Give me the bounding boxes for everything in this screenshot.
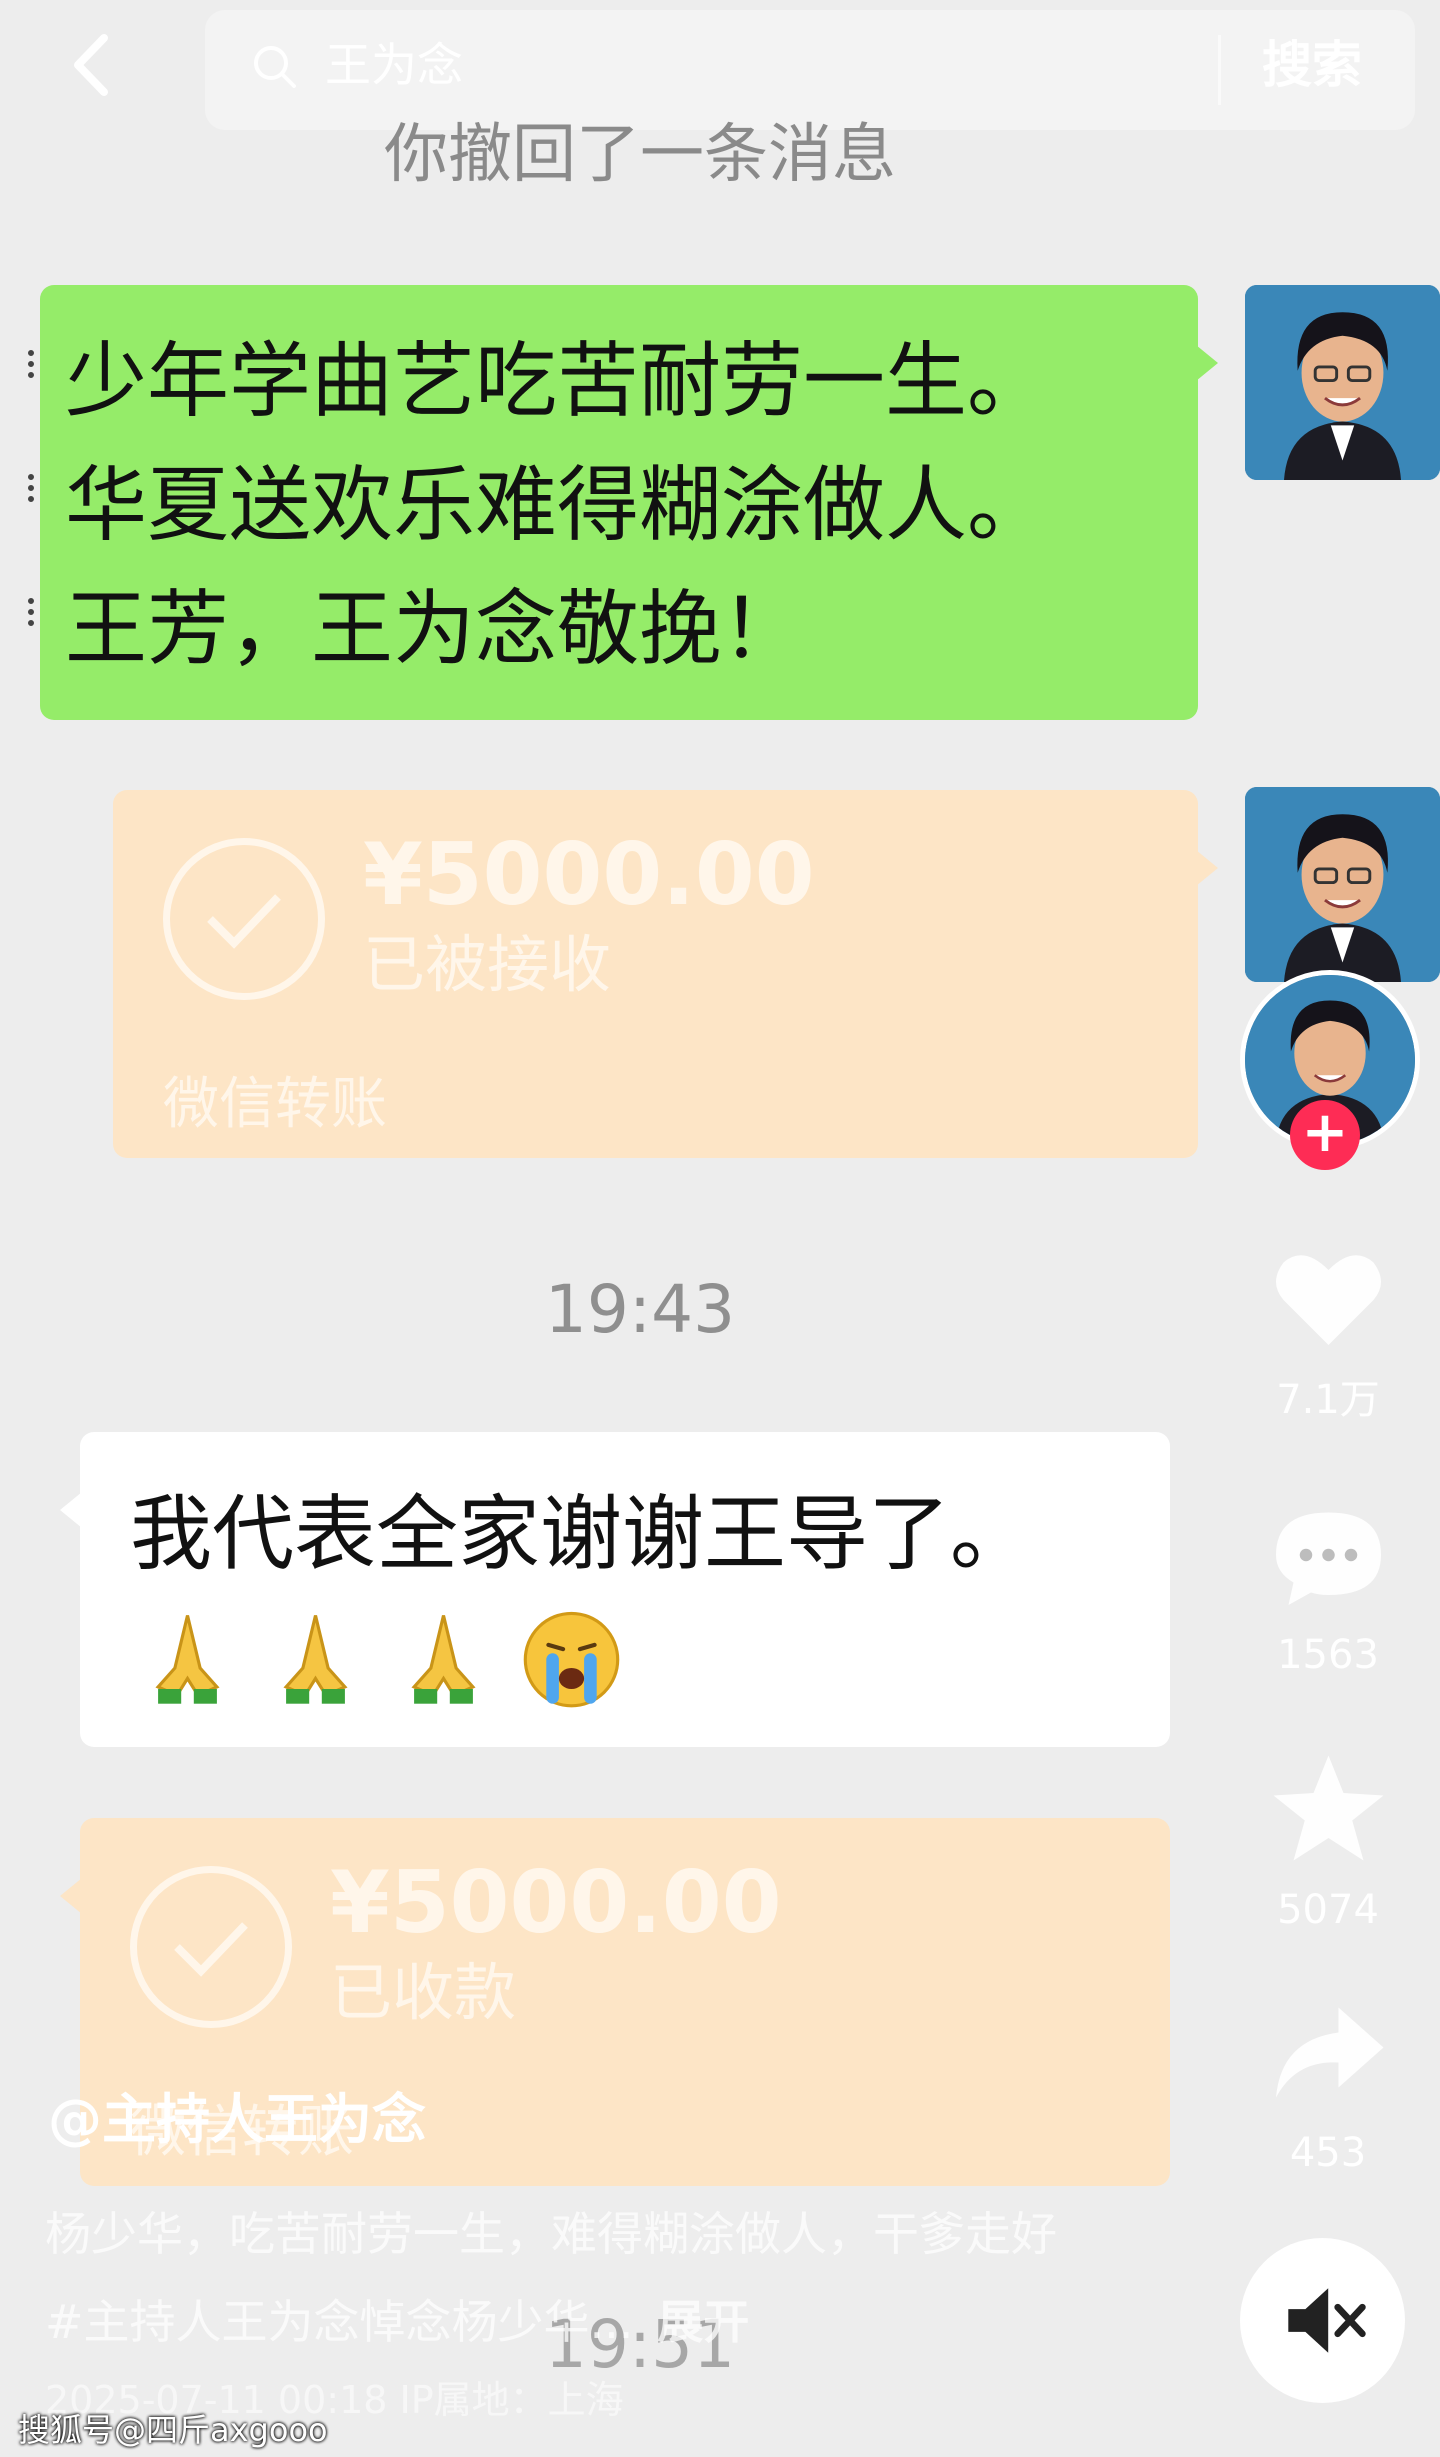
speaker-muted-icon — [1288, 2288, 1366, 2353]
bubble-tail — [1196, 345, 1218, 381]
avatar[interactable] — [1245, 285, 1440, 480]
folded-hands-icon — [263, 1605, 368, 1714]
avatar[interactable] — [1245, 787, 1440, 982]
transfer-card[interactable]: ¥5000.00 已被接收 微信转账 — [113, 790, 1198, 1158]
green-message-text: 少年学曲艺吃苦耐劳一生。 华夏送欢乐难得糊涂做人。 王芳，王为念敬挽！ — [65, 320, 1185, 692]
mute-button[interactable] — [1240, 2238, 1405, 2403]
bubble-tail — [60, 1492, 82, 1528]
heart-icon — [1275, 1255, 1381, 1345]
search-input[interactable]: 王为念 — [325, 35, 463, 95]
recall-notice: 你撤回了一条消息 — [384, 118, 896, 192]
favorite-count: 5074 — [1277, 1887, 1379, 1933]
transfer-status: 已被接收 — [363, 928, 612, 1001]
bubble-tail — [60, 1878, 82, 1914]
expand-button[interactable]: 展开 — [657, 2295, 749, 2349]
dotted-edge — [28, 350, 42, 722]
person-avatar-icon — [1245, 787, 1440, 982]
folded-hands-icon — [135, 1605, 240, 1714]
search-button[interactable]: 搜索 — [1262, 30, 1362, 100]
search-divider — [1218, 35, 1221, 105]
search-icon — [250, 42, 300, 92]
transfer-label: 微信转账 — [163, 1072, 387, 1137]
transfer-amount: ¥5000.00 — [330, 1853, 782, 1953]
chevron-left-icon — [74, 34, 108, 96]
comment-icon — [1275, 1512, 1381, 1605]
favorite-button[interactable] — [1258, 1748, 1398, 1877]
message-line: 少年学曲艺吃苦耐劳一生。 — [65, 334, 1050, 429]
crying-face-icon — [519, 1605, 624, 1714]
bubble-tail — [1196, 850, 1218, 886]
message-line: 华夏送欢乐难得糊涂做人。 — [65, 458, 1050, 553]
white-message-text: 我代表全家谢谢王导了。 — [130, 1487, 1033, 1582]
star-icon — [1273, 1755, 1383, 1861]
like-count: 7.1万 — [1276, 1377, 1380, 1423]
emoji-row — [135, 1605, 642, 1715]
folded-hands-icon — [391, 1605, 496, 1714]
person-avatar-icon — [1245, 285, 1440, 480]
comment-count: 1563 — [1277, 1632, 1379, 1678]
like-button[interactable] — [1258, 1235, 1398, 1364]
share-button[interactable] — [1258, 1990, 1398, 2119]
transfer-amount: ¥5000.00 — [363, 825, 815, 925]
check-circle-icon — [163, 838, 325, 1000]
transfer-status: 已收款 — [330, 1956, 517, 2029]
check-circle-icon — [130, 1866, 292, 2028]
author-name[interactable]: @主持人王为念 — [48, 2085, 426, 2155]
comment-button[interactable] — [1258, 1495, 1398, 1624]
follow-plus-button[interactable]: + — [1290, 1100, 1360, 1170]
post-caption: 杨少华，吃苦耐劳一生，难得糊涂做人，干爹走好 #主持人王为念悼念杨少华... 展开 — [45, 2190, 1065, 2366]
share-count: 453 — [1289, 2130, 1367, 2176]
message-line: 王芳，王为念敬挽！ — [65, 582, 804, 677]
back-button[interactable] — [60, 30, 130, 100]
watermark: 搜狐号@四斤axgooo — [18, 2411, 328, 2449]
caption-text: 杨少华，吃苦耐劳一生，难得糊涂做人，干爹走好 #主持人王为念悼念杨少华... — [45, 2207, 1057, 2349]
timestamp: 19:43 — [544, 1271, 736, 1348]
share-arrow-icon — [1275, 2007, 1383, 2098]
